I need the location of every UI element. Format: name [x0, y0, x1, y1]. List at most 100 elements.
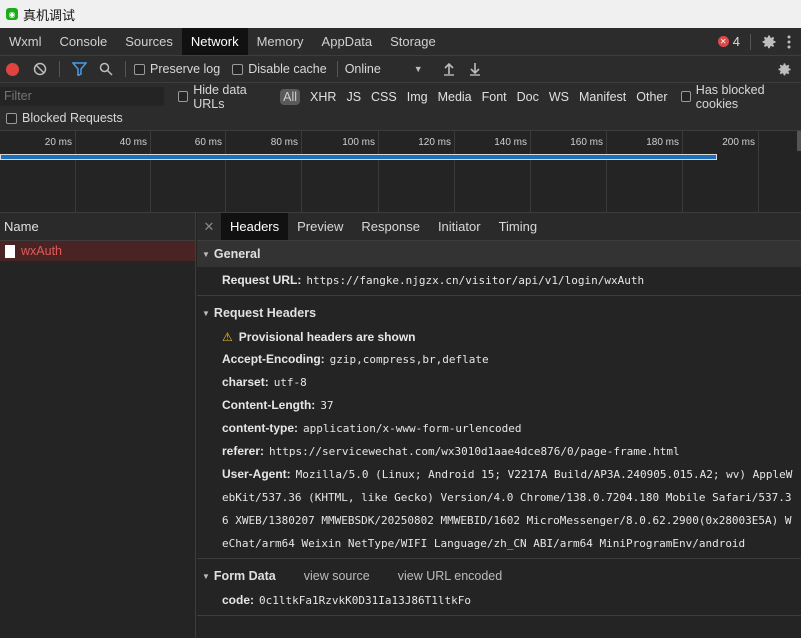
checkbox-box[interactable] — [232, 63, 244, 75]
tab-console[interactable]: Console — [51, 28, 117, 55]
caret-down-icon: ▼ — [202, 249, 210, 259]
tab-network[interactable]: Network — [181, 28, 248, 55]
checkbox-box[interactable] — [134, 63, 145, 75]
divider — [336, 61, 338, 77]
filter-type-ws[interactable]: WS — [544, 90, 574, 104]
checkbox-box[interactable] — [680, 91, 691, 102]
tab-headers[interactable]: Headers — [221, 213, 289, 240]
timeline-overview[interactable]: 20 ms 40 ms 60 ms 80 ms 100 ms 120 ms 14… — [0, 131, 801, 213]
form-data-row: code: 0c1ltkFa1RzvkK0D31Ia13J86T1ltkFo — [197, 589, 801, 612]
header-value: application/x-www-form-urlencoded — [303, 422, 522, 435]
record-button[interactable] — [6, 62, 19, 76]
timeline-tick: 80 ms — [271, 131, 302, 213]
name-column-header[interactable]: Name — [0, 213, 195, 241]
tab-response[interactable]: Response — [352, 213, 429, 240]
header-key: referer: — [222, 444, 265, 458]
app-logo-icon: ◉ — [6, 8, 18, 20]
checkbox-box[interactable] — [6, 112, 17, 124]
view-url-encoded-link[interactable]: view URL encoded — [398, 569, 502, 583]
provisional-text: Provisional headers are shown — [238, 330, 416, 344]
header-key: Request URL: — [222, 273, 302, 287]
timeline-tick: 20 ms — [45, 131, 76, 213]
preserve-log-checkbox[interactable]: Preserve log — [134, 62, 220, 76]
filter-type-media[interactable]: Media — [433, 90, 477, 104]
error-icon: ✕ — [717, 36, 729, 47]
disable-cache-checkbox[interactable]: Disable cache — [232, 62, 327, 76]
hide-data-urls-checkbox[interactable]: Hide data URLs — [178, 83, 274, 111]
view-source-link[interactable]: view source — [304, 569, 370, 583]
timeline-tick: 180 ms — [646, 131, 683, 213]
timeline-tick: 40 ms — [120, 131, 151, 213]
more-vertical-icon[interactable] — [787, 35, 791, 49]
divider — [59, 61, 60, 77]
tab-initiator[interactable]: Initiator — [429, 213, 490, 240]
request-url-row: Request URL: https://fangke.njgzx.cn/visi… — [197, 269, 801, 292]
header-key: charset: — [222, 375, 269, 389]
header-row: charset: utf-8 — [197, 371, 801, 394]
filter-input[interactable] — [0, 87, 164, 106]
tick-label: 140 ms — [494, 137, 527, 148]
throttling-select[interactable]: Online ▼ — [345, 62, 423, 76]
header-key: User-Agent: — [222, 467, 291, 481]
tab-memory[interactable]: Memory — [248, 28, 313, 55]
warning-icon: ⚠ — [222, 330, 233, 344]
tab-wxml[interactable]: Wxml — [0, 28, 51, 55]
details-tabbar: ✕ Headers Preview Response Initiator Tim… — [197, 213, 801, 241]
network-settings-gear-icon[interactable] — [777, 62, 792, 77]
header-value: gzip,compress,br,deflate — [329, 353, 489, 366]
tick-label: 60 ms — [194, 137, 222, 148]
error-count-badge[interactable]: ✕ 4 — [717, 34, 740, 49]
devtools-tabbar: Wxml Console Sources Network Memory AppD… — [0, 28, 801, 56]
filter-type-all[interactable]: All — [280, 88, 301, 105]
tab-appdata[interactable]: AppData — [313, 28, 382, 55]
gear-icon[interactable] — [761, 34, 777, 50]
request-headers-section-header[interactable]: ▼ Request Headers — [197, 300, 801, 326]
export-har-icon[interactable] — [469, 62, 481, 76]
tick-label: 200 ms — [722, 137, 755, 148]
header-key: content-type: — [222, 421, 298, 435]
header-value: Mozilla/5.0 (Linux; Android 15; V2217A B… — [222, 468, 793, 550]
filter-type-xhr[interactable]: XHR — [305, 90, 341, 104]
has-blocked-cookies-checkbox[interactable]: Has blocked cookies — [680, 82, 801, 111]
throttling-value: Online — [344, 62, 381, 76]
blocked-requests-label: Blocked Requests — [22, 111, 123, 125]
tab-timing[interactable]: Timing — [490, 213, 547, 240]
tab-storage[interactable]: Storage — [381, 28, 445, 55]
network-toolbar: Preserve log Disable cache Online ▼ — [0, 56, 801, 83]
timeline-scrollbar[interactable] — [797, 131, 801, 151]
filter-type-img[interactable]: Img — [402, 90, 433, 104]
clear-icon[interactable] — [33, 62, 47, 76]
form-data-section-header[interactable]: ▼ Form Data view source view URL encoded — [197, 563, 801, 589]
filter-type-js[interactable]: JS — [341, 90, 366, 104]
close-icon[interactable]: ✕ — [197, 213, 221, 240]
document-icon — [5, 244, 15, 258]
filter-type-css[interactable]: CSS — [366, 90, 402, 104]
filter-icon[interactable] — [72, 62, 87, 76]
preserve-log-label: Preserve log — [150, 62, 221, 76]
hide-data-urls-label: Hide data URLs — [193, 82, 247, 111]
tab-sources[interactable]: Sources — [116, 28, 182, 55]
tick-label: 40 ms — [119, 137, 147, 148]
filter-type-doc[interactable]: Doc — [512, 90, 544, 104]
form-data-title: Form Data — [213, 569, 276, 583]
import-har-icon[interactable] — [443, 62, 455, 76]
search-icon[interactable] — [99, 62, 113, 76]
tick-label: 100 ms — [342, 137, 375, 148]
filter-type-other[interactable]: Other — [631, 90, 672, 104]
request-list-panel: Name wxAuth — [0, 213, 196, 638]
header-value: https://fangke.njgzx.cn/visitor/api/v1/l… — [306, 274, 645, 287]
checkbox-box[interactable] — [178, 91, 189, 102]
resource-type-filters: Hide data URLs All XHR JS CSS Img Media … — [178, 83, 801, 111]
filter-type-font[interactable]: Font — [477, 90, 512, 104]
window-title: 真机调试 — [23, 7, 76, 23]
has-blocked-cookies-label: Has blocked cookies — [695, 82, 765, 111]
section-divider — [197, 295, 801, 296]
filter-type-manifest[interactable]: Manifest — [574, 90, 631, 104]
tab-preview[interactable]: Preview — [288, 213, 352, 240]
request-row[interactable]: wxAuth — [0, 241, 195, 261]
general-section-header[interactable]: ▼ General — [197, 241, 801, 267]
header-key: Content-Length: — [222, 398, 316, 412]
timeline-tick: 120 ms — [418, 131, 455, 213]
timeline-tick: 100 ms — [342, 131, 379, 213]
blocked-requests-checkbox[interactable]: Blocked Requests — [6, 111, 123, 125]
